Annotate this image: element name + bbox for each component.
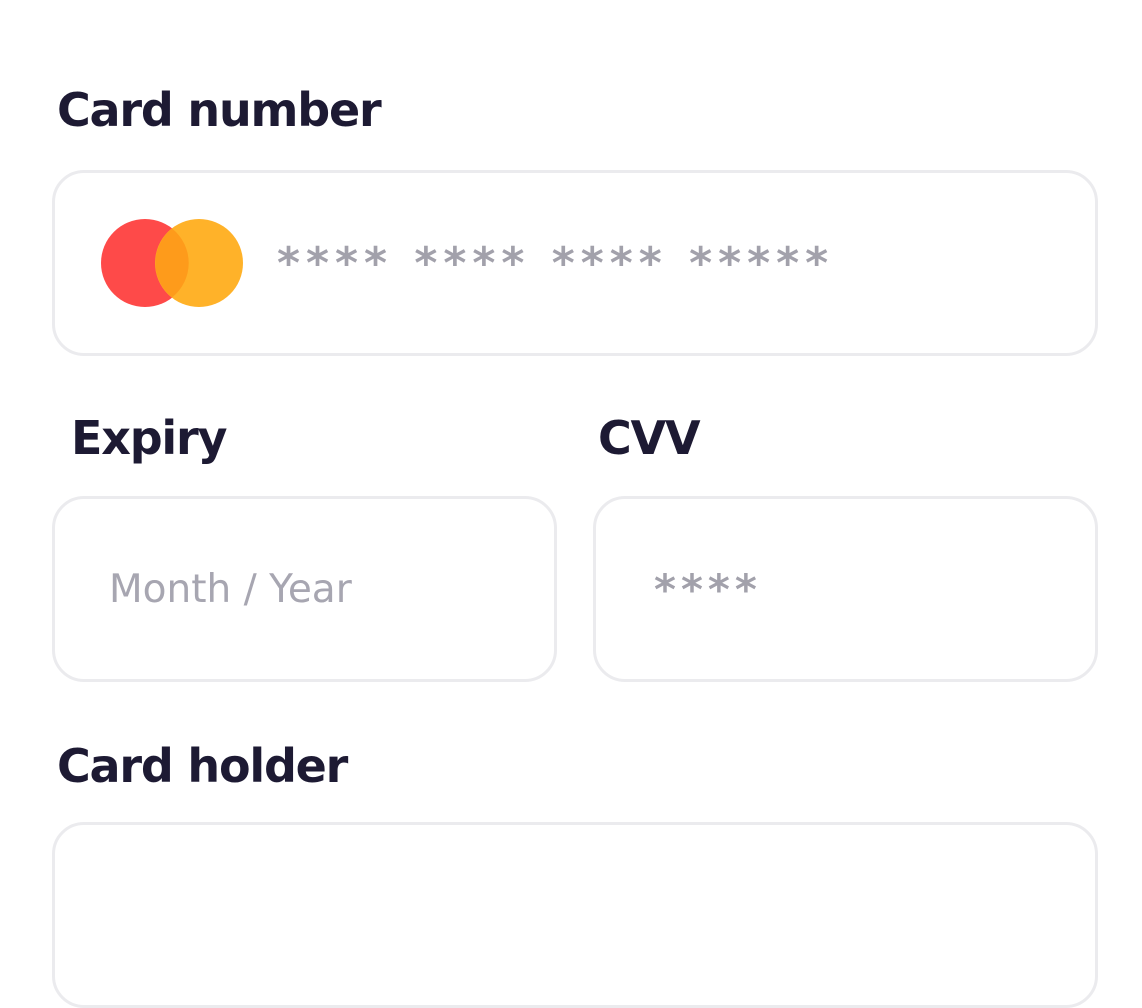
card-holder-label: Card holder — [57, 739, 348, 793]
expiry-input[interactable] — [109, 559, 539, 619]
mastercard-icon — [101, 219, 243, 307]
card-number-label: Card number — [57, 83, 382, 137]
expiry-label: Expiry — [71, 411, 227, 465]
expiry-field[interactable] — [52, 496, 557, 682]
cvv-field[interactable] — [593, 496, 1098, 682]
card-number-input[interactable] — [277, 233, 1077, 293]
cvv-input[interactable] — [654, 559, 1084, 619]
cvv-label: CVV — [598, 411, 701, 465]
card-number-field[interactable] — [52, 170, 1098, 356]
card-holder-field[interactable] — [52, 822, 1098, 1008]
